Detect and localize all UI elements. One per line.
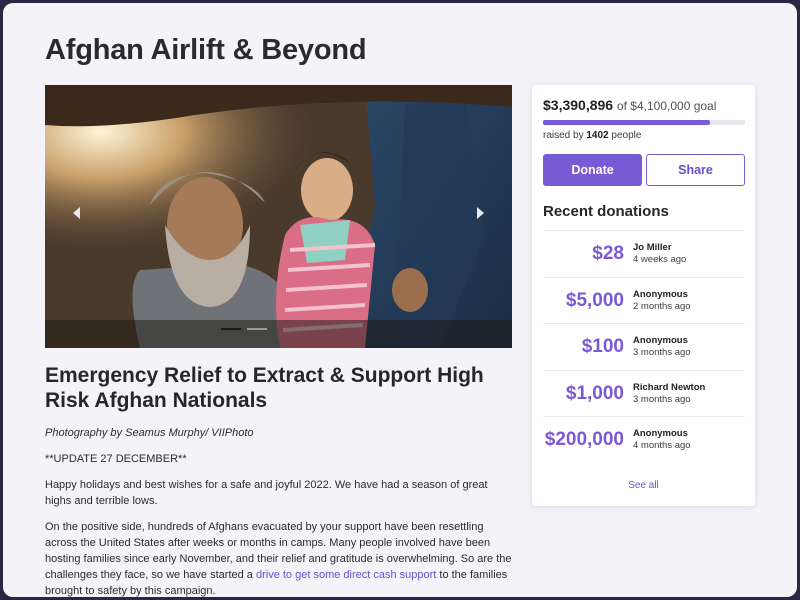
raised-by-prefix: raised by	[543, 130, 584, 141]
donation-time: 3 months ago	[633, 393, 691, 405]
page-title: Afghan Airlift & Beyond	[45, 34, 367, 66]
carousel-indicators	[221, 328, 267, 330]
donation-row: $28 Jo Miller 4 weeks ago	[543, 230, 745, 277]
donation-amount: $1,000	[565, 382, 624, 404]
story-body: Photography by Seamus Murphy/ VIIPhoto *…	[45, 425, 515, 597]
hero-carousel[interactable]	[45, 85, 512, 348]
donation-time: 3 months ago	[633, 347, 691, 358]
progress-fill	[543, 120, 711, 125]
donor-name: Richard Newton	[633, 381, 706, 393]
story-paragraph: On the positive side, hundreds of Afghan…	[45, 519, 515, 597]
donation-amount: $200,000	[544, 429, 624, 450]
carousel-prev-icon[interactable]	[73, 207, 80, 219]
donation-amount: $100	[581, 336, 624, 357]
raised-amount: $3,390,896	[543, 97, 614, 113]
carousel-dot[interactable]	[247, 328, 267, 330]
carousel-dot[interactable]	[221, 328, 241, 330]
recent-donations-heading: Recent donations	[543, 203, 669, 220]
see-all-link[interactable]: See all	[532, 480, 755, 491]
donations-list: $28 Jo Miller 4 weeks ago $5,000 Anonymo…	[543, 230, 745, 463]
supporters-count: raised by 1402 people	[543, 130, 641, 141]
photo-credit: Photography by Seamus Murphy/ VIIPhoto	[45, 427, 254, 439]
goal-text: of $4,100,000 goal	[616, 99, 717, 113]
raised-summary: $3,390,896 of $4,100,000 goal	[543, 97, 716, 113]
update-heading: **UPDATE 27 DECEMBER**	[45, 453, 187, 465]
donate-button[interactable]: Donate	[543, 154, 642, 186]
donor-name: Anonymous	[633, 428, 688, 439]
carousel-next-icon[interactable]	[477, 207, 484, 219]
page-frame: Afghan Airlift & Beyond Emergency Relief…	[3, 3, 797, 597]
donation-card: $3,390,896 of $4,100,000 goal raised by …	[532, 85, 755, 506]
donation-row: $1,000 Richard Newton 3 months ago	[543, 369, 745, 417]
donation-row: $5,000 Anonymous 2 months ago	[543, 276, 745, 324]
donation-time: 4 months ago	[633, 440, 691, 451]
donation-time: 4 weeks ago	[633, 254, 687, 265]
raised-by-suffix: people	[611, 130, 642, 141]
donation-amount: $5,000	[565, 289, 624, 311]
donation-amount: $28	[592, 243, 624, 264]
share-button[interactable]: Share	[646, 154, 745, 186]
cash-support-link[interactable]: drive to get some direct cash support	[256, 569, 436, 581]
campaign-subtitle: Emergency Relief to Extract & Support Hi…	[45, 364, 484, 412]
supporters-number: 1402	[586, 130, 609, 141]
donation-time: 2 months ago	[633, 300, 691, 312]
hero-photo	[45, 85, 512, 348]
progress-bar	[543, 120, 745, 125]
donor-name: Anonymous	[633, 288, 688, 300]
story-paragraph: Happy holidays and best wishes for a saf…	[45, 479, 488, 507]
donation-row: $100 Anonymous 3 months ago	[543, 323, 745, 370]
donation-row: $200,000 Anonymous 4 months ago	[543, 416, 745, 463]
donor-name: Jo Miller	[633, 242, 672, 253]
donor-name: Anonymous	[633, 335, 688, 346]
